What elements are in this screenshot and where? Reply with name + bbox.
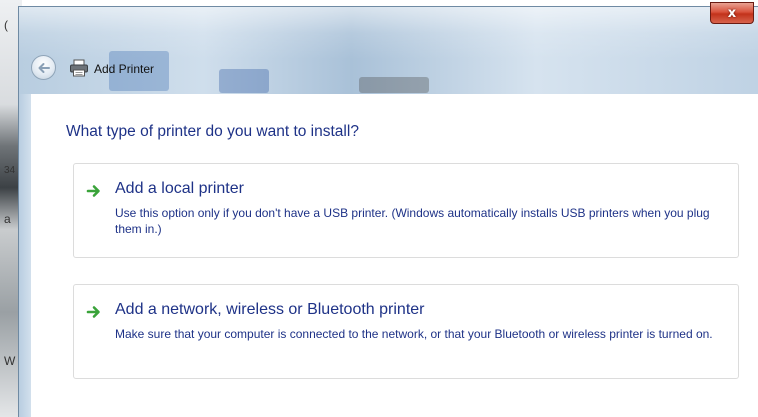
close-button[interactable]: x (710, 2, 754, 24)
add-network-printer-option[interactable]: Add a network, wireless or Bluetooth pri… (73, 284, 739, 379)
option-title: Add a local printer (115, 180, 244, 197)
add-local-printer-option[interactable]: Add a local printer Use this option only… (73, 163, 739, 258)
wizard-content: What type of printer do you want to inst… (31, 94, 758, 417)
option-title: Add a network, wireless or Bluetooth pri… (115, 301, 425, 318)
green-arrow-icon (86, 185, 100, 197)
background-glyph: W (4, 354, 16, 368)
option-description: Use this option only if you don't have a… (115, 206, 710, 236)
option-description: Make sure that your computer is connecte… (115, 327, 713, 341)
background-glyph: ( (4, 18, 8, 32)
back-arrow-icon (38, 62, 50, 73)
window-title: Add Printer (94, 62, 155, 76)
background-glyph: 34 (4, 165, 16, 176)
background-glyph: a (4, 212, 11, 226)
page-heading: What type of printer do you want to inst… (66, 123, 359, 140)
window-title-bar (19, 7, 758, 94)
green-arrow-icon (86, 306, 100, 318)
add-printer-window: x Add Printer What type of printer do yo… (18, 2, 758, 417)
printer-icon (70, 59, 88, 77)
window-frame-left (19, 94, 31, 417)
close-icon: x (727, 5, 737, 21)
back-button[interactable] (31, 55, 56, 80)
